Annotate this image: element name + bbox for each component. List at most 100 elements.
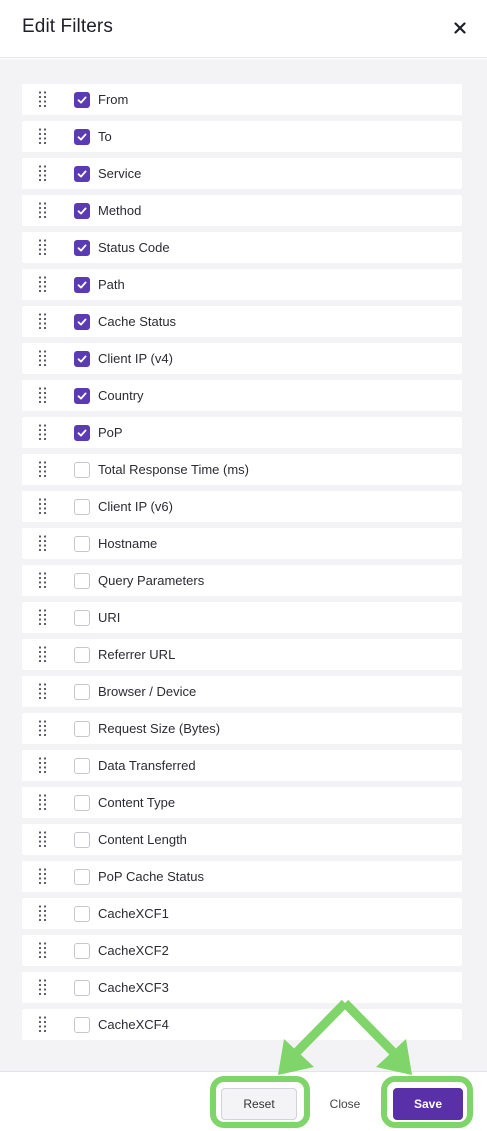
filter-checkbox[interactable] xyxy=(74,388,90,404)
filter-row[interactable]: Data Transferred xyxy=(22,750,462,781)
save-button[interactable]: Save xyxy=(393,1088,463,1120)
filter-checkbox[interactable] xyxy=(74,1017,90,1033)
filter-checkbox[interactable] xyxy=(74,351,90,367)
filter-checkbox[interactable] xyxy=(74,92,90,108)
drag-handle-icon[interactable] xyxy=(38,868,48,885)
filter-row[interactable]: URI xyxy=(22,602,462,633)
drag-handle-icon[interactable] xyxy=(38,535,48,552)
modal-body: From To Service Method Status Code Path Cache … xyxy=(0,59,487,1071)
modal-title: Edit Filters xyxy=(22,16,113,37)
filter-row[interactable]: Service xyxy=(22,158,462,189)
filter-checkbox[interactable] xyxy=(74,425,90,441)
drag-handle-icon[interactable] xyxy=(38,165,48,182)
filter-row[interactable]: Referrer URL xyxy=(22,639,462,670)
filter-checkbox[interactable] xyxy=(74,314,90,330)
filter-checkbox[interactable] xyxy=(74,684,90,700)
filter-row[interactable]: Content Length xyxy=(22,824,462,855)
filter-row[interactable]: Request Size (Bytes) xyxy=(22,713,462,744)
filter-row[interactable]: CacheXCF1 xyxy=(22,898,462,929)
filter-label: Content Length xyxy=(98,832,187,847)
filter-checkbox[interactable] xyxy=(74,869,90,885)
filter-checkbox[interactable] xyxy=(74,795,90,811)
drag-handle-icon[interactable] xyxy=(38,720,48,737)
filter-checkbox[interactable] xyxy=(74,573,90,589)
filter-label: Client IP (v4) xyxy=(98,351,173,366)
filter-row[interactable]: PoP Cache Status xyxy=(22,861,462,892)
drag-handle-icon[interactable] xyxy=(38,609,48,626)
filter-row[interactable]: CacheXCF2 xyxy=(22,935,462,966)
filter-label: Cache Status xyxy=(98,314,177,329)
filter-checkbox[interactable] xyxy=(74,240,90,256)
filter-checkbox[interactable] xyxy=(74,832,90,848)
filter-label: CacheXCF3 xyxy=(98,980,169,995)
filter-row[interactable]: From xyxy=(22,84,462,115)
filter-row[interactable]: Path xyxy=(22,269,462,300)
drag-handle-icon[interactable] xyxy=(38,276,48,293)
drag-handle-icon[interactable] xyxy=(38,202,48,219)
drag-handle-icon[interactable] xyxy=(38,239,48,256)
filter-checkbox[interactable] xyxy=(74,758,90,774)
filter-checkbox[interactable] xyxy=(74,277,90,293)
filter-row[interactable]: Status Code xyxy=(22,232,462,263)
filter-label: Browser / Device xyxy=(98,684,197,699)
filter-checkbox[interactable] xyxy=(74,610,90,626)
filter-label: Referrer URL xyxy=(98,647,176,662)
filter-checkbox[interactable] xyxy=(74,980,90,996)
filter-checkbox[interactable] xyxy=(74,647,90,663)
filter-list: From To Service Method Status Code Path Cache … xyxy=(22,84,462,1046)
filter-row[interactable]: Client IP (v6) xyxy=(22,491,462,522)
close-button[interactable]: Close xyxy=(313,1088,377,1120)
drag-handle-icon[interactable] xyxy=(38,831,48,848)
modal-footer: Reset Close Save xyxy=(0,1071,487,1131)
drag-handle-icon[interactable] xyxy=(38,757,48,774)
drag-handle-icon[interactable] xyxy=(38,1016,48,1033)
drag-handle-icon[interactable] xyxy=(38,461,48,478)
drag-handle-icon[interactable] xyxy=(38,91,48,108)
drag-handle-icon[interactable] xyxy=(38,646,48,663)
reset-button[interactable]: Reset xyxy=(221,1088,297,1120)
filter-row[interactable]: Hostname xyxy=(22,528,462,559)
filter-label: CacheXCF1 xyxy=(98,906,169,921)
drag-handle-icon[interactable] xyxy=(38,572,48,589)
drag-handle-icon[interactable] xyxy=(38,942,48,959)
filter-row[interactable]: To xyxy=(22,121,462,152)
filter-checkbox[interactable] xyxy=(74,499,90,515)
filter-checkbox[interactable] xyxy=(74,203,90,219)
filter-checkbox[interactable] xyxy=(74,129,90,145)
filter-row[interactable]: Method xyxy=(22,195,462,226)
close-icon[interactable] xyxy=(449,17,471,39)
drag-handle-icon[interactable] xyxy=(38,794,48,811)
filter-label: PoP Cache Status xyxy=(98,869,204,884)
filter-checkbox[interactable] xyxy=(74,462,90,478)
filter-checkbox[interactable] xyxy=(74,166,90,182)
drag-handle-icon[interactable] xyxy=(38,905,48,922)
filter-row[interactable]: Content Type xyxy=(22,787,462,818)
filter-checkbox[interactable] xyxy=(74,536,90,552)
filter-label: PoP xyxy=(98,425,123,440)
drag-handle-icon[interactable] xyxy=(38,683,48,700)
drag-handle-icon[interactable] xyxy=(38,350,48,367)
filter-label: Request Size (Bytes) xyxy=(98,721,221,736)
filter-row[interactable]: Cache Status xyxy=(22,306,462,337)
filter-row[interactable]: Client IP (v4) xyxy=(22,343,462,374)
filter-label: From xyxy=(98,92,129,107)
filter-label: Query Parameters xyxy=(98,573,205,588)
drag-handle-icon[interactable] xyxy=(38,498,48,515)
filter-row[interactable]: PoP xyxy=(22,417,462,448)
filter-row[interactable]: Query Parameters xyxy=(22,565,462,596)
drag-handle-icon[interactable] xyxy=(38,387,48,404)
filter-label: Path xyxy=(98,277,125,292)
filter-row[interactable]: Browser / Device xyxy=(22,676,462,707)
drag-handle-icon[interactable] xyxy=(38,128,48,145)
filter-label: URI xyxy=(98,610,121,625)
drag-handle-icon[interactable] xyxy=(38,424,48,441)
filter-row[interactable]: CacheXCF4 xyxy=(22,1009,462,1040)
drag-handle-icon[interactable] xyxy=(38,313,48,330)
filter-checkbox[interactable] xyxy=(74,906,90,922)
filter-checkbox[interactable] xyxy=(74,721,90,737)
drag-handle-icon[interactable] xyxy=(38,979,48,996)
filter-row[interactable]: Total Response Time (ms) xyxy=(22,454,462,485)
filter-checkbox[interactable] xyxy=(74,943,90,959)
filter-row[interactable]: Country xyxy=(22,380,462,411)
filter-row[interactable]: CacheXCF3 xyxy=(22,972,462,1003)
